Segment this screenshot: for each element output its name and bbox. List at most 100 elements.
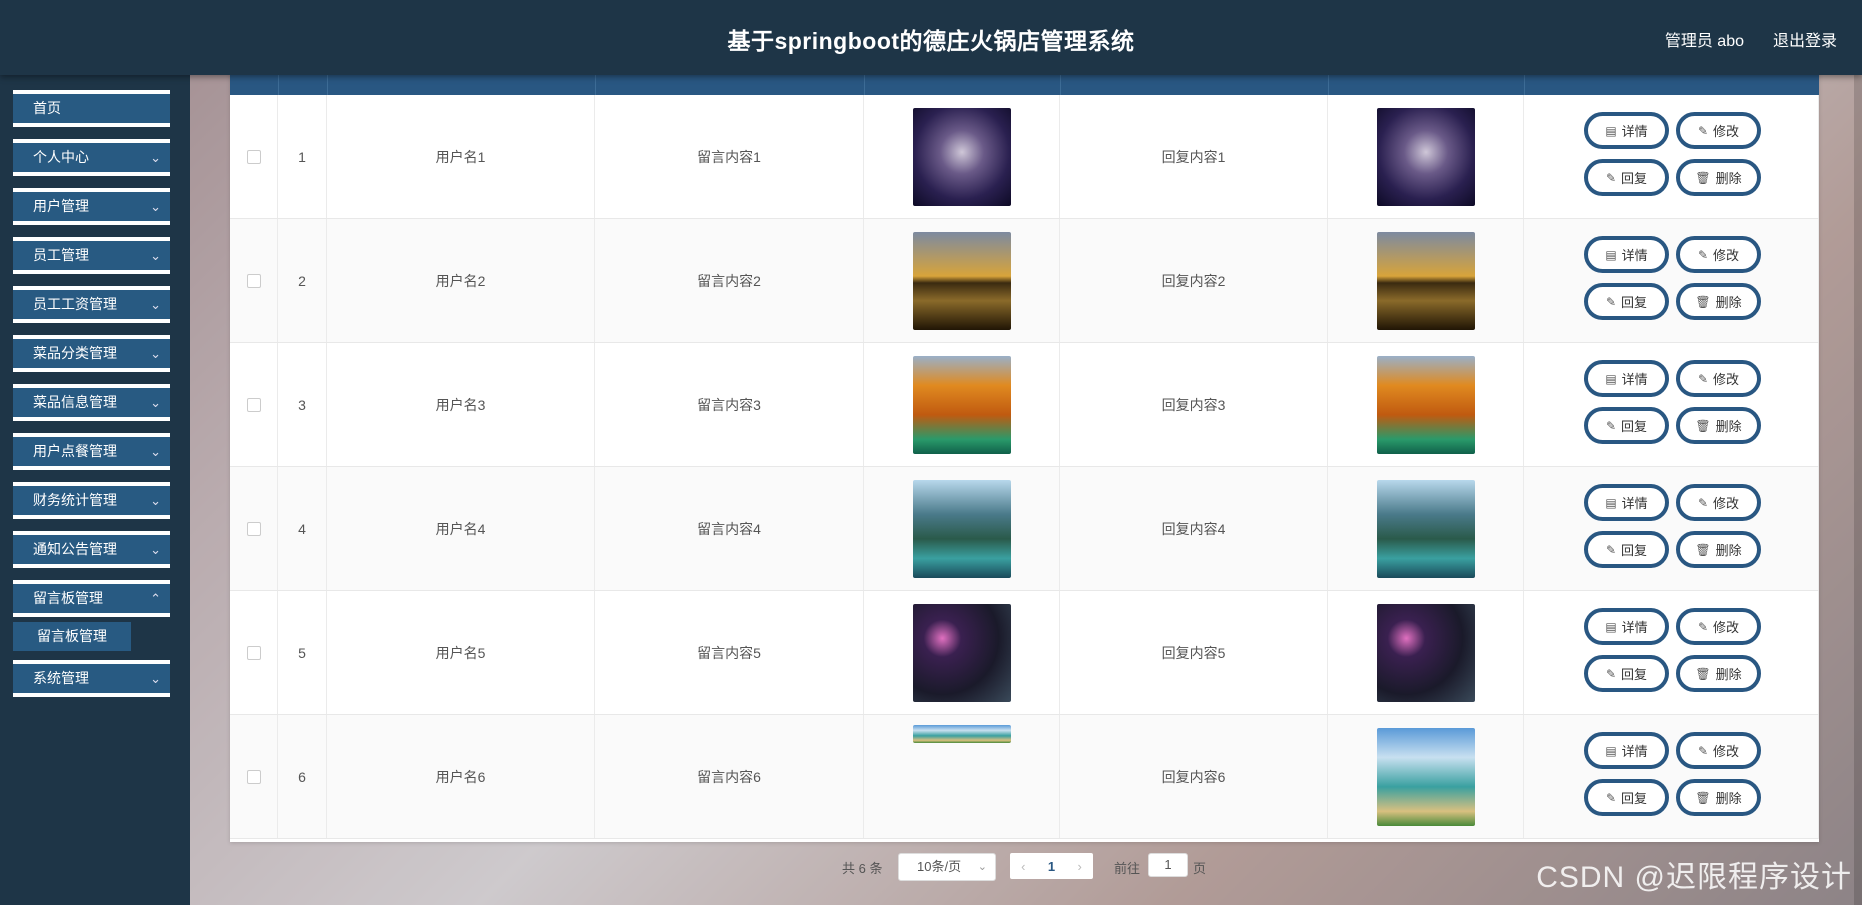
reply-label: 回复 <box>1621 791 1648 806</box>
delete-label: 删除 <box>1715 667 1742 682</box>
detail-button[interactable]: ▤ 详情 <box>1584 608 1669 645</box>
row-checkbox[interactable] <box>246 149 261 164</box>
sidebar-item-message-board[interactable]: 留言板管理 ⌃ <box>13 580 170 617</box>
reply-icon: ✎ <box>1605 542 1617 557</box>
table-row: 6 用户名6 留言内容6 回复内容6 ▤ 详情 ✎ 修改 ✎ 回复 🗑 删除 <box>230 715 1819 839</box>
sidebar-item-dish-info[interactable]: 菜品信息管理 ⌄ <box>13 384 170 421</box>
delete-button[interactable]: 🗑 删除 <box>1676 407 1761 444</box>
username-cell: 用户名4 <box>435 520 486 537</box>
delete-icon: 🗑 <box>1695 294 1711 309</box>
edit-button[interactable]: ✎ 修改 <box>1676 484 1761 521</box>
reply-image <box>1376 107 1475 206</box>
reply-image <box>1376 479 1475 578</box>
prev-page-button[interactable]: ‹ <box>1021 859 1025 874</box>
delete-icon: 🗑 <box>1695 170 1711 185</box>
chevron-down-icon: ⌄ <box>150 297 161 312</box>
row-checkbox[interactable] <box>246 397 261 412</box>
submenu-item-message-board[interactable]: 留言板管理 <box>13 622 131 651</box>
detail-label: 详情 <box>1621 372 1648 387</box>
edit-button[interactable]: ✎ 修改 <box>1676 112 1761 149</box>
reply-cell: 回复内容6 <box>1161 768 1226 785</box>
sidebar-item-label: 通知公告管理 <box>33 541 117 557</box>
delete-label: 删除 <box>1715 791 1742 806</box>
detail-icon: ▤ <box>1605 247 1617 262</box>
page-size-value: 10条/页 <box>917 859 962 874</box>
detail-label: 详情 <box>1621 248 1648 263</box>
chevron-down-icon: ⌄ <box>150 248 161 263</box>
sidebar-item-label: 用户管理 <box>33 198 89 214</box>
row-checkbox[interactable] <box>246 521 261 536</box>
chevron-down-icon: ⌄ <box>150 150 161 165</box>
sidebar-item-label: 系统管理 <box>33 670 89 686</box>
sidebar-item-home[interactable]: 首页 <box>13 90 170 127</box>
detail-icon: ▤ <box>1605 743 1617 758</box>
delete-button[interactable]: 🗑 删除 <box>1676 159 1761 196</box>
detail-label: 详情 <box>1621 620 1648 635</box>
next-page-button[interactable]: › <box>1077 859 1081 874</box>
edit-button[interactable]: ✎ 修改 <box>1676 608 1761 645</box>
page-size-select[interactable]: 10条/页 ⌄ <box>898 853 996 881</box>
username-cell: 用户名6 <box>435 768 486 785</box>
row-checkbox[interactable] <box>246 273 261 288</box>
delete-button[interactable]: 🗑 删除 <box>1676 531 1761 568</box>
sidebar-item-dish-category[interactable]: 菜品分类管理 ⌄ <box>13 335 170 372</box>
reply-button[interactable]: ✎ 回复 <box>1584 655 1669 692</box>
page-scrollbar[interactable] <box>1854 75 1862 905</box>
detail-button[interactable]: ▤ 详情 <box>1584 360 1669 397</box>
reply-cell: 回复内容2 <box>1161 272 1226 289</box>
message-image <box>912 107 1011 206</box>
detail-icon: ▤ <box>1605 619 1617 634</box>
sidebar-item-label: 菜品分类管理 <box>33 345 117 361</box>
chevron-up-icon: ⌃ <box>150 591 161 606</box>
sidebar-item-salary-management[interactable]: 员工工资管理 ⌄ <box>13 286 170 323</box>
delete-icon: 🗑 <box>1695 790 1711 805</box>
row-index: 3 <box>298 396 306 413</box>
current-page-button[interactable]: 1 <box>1048 859 1055 874</box>
sidebar: 首页 个人中心 ⌄ 用户管理 ⌄ 员工管理 ⌄ 员工工资管理 ⌄ 菜品分类管理 ⌄ 菜品信… <box>0 75 190 905</box>
detail-button[interactable]: ▤ 详情 <box>1584 236 1669 273</box>
logout-button[interactable]: 退出登录 <box>1773 27 1837 51</box>
detail-button[interactable]: ▤ 详情 <box>1584 112 1669 149</box>
goto-page-input[interactable]: 1 <box>1148 853 1188 877</box>
delete-button[interactable]: 🗑 删除 <box>1676 655 1761 692</box>
chevron-down-icon: ⌄ <box>150 395 161 410</box>
edit-label: 修改 <box>1713 248 1740 263</box>
reply-button[interactable]: ✎ 回复 <box>1584 407 1669 444</box>
sidebar-item-system[interactable]: 系统管理 ⌄ <box>13 660 170 697</box>
sidebar-item-finance[interactable]: 财务统计管理 ⌄ <box>13 482 170 519</box>
reply-button[interactable]: ✎ 回复 <box>1584 159 1669 196</box>
detail-button[interactable]: ▤ 详情 <box>1584 732 1669 769</box>
sidebar-item-orders[interactable]: 用户点餐管理 ⌄ <box>13 433 170 470</box>
chevron-down-icon: ⌄ <box>977 861 987 873</box>
detail-label: 详情 <box>1621 744 1648 759</box>
reply-button[interactable]: ✎ 回复 <box>1584 531 1669 568</box>
row-checkbox[interactable] <box>246 769 261 784</box>
table-row: 3 用户名3 留言内容3 回复内容3 ▤ 详情 ✎ 修改 ✎ 回复 🗑 删除 <box>230 343 1819 467</box>
sidebar-item-user-management[interactable]: 用户管理 ⌄ <box>13 188 170 225</box>
sidebar-item-employee-management[interactable]: 员工管理 ⌄ <box>13 237 170 274</box>
delete-button[interactable]: 🗑 删除 <box>1676 283 1761 320</box>
sidebar-item-notices[interactable]: 通知公告管理 ⌄ <box>13 531 170 568</box>
reply-button[interactable]: ✎ 回复 <box>1584 283 1669 320</box>
delete-button[interactable]: 🗑 删除 <box>1676 779 1761 816</box>
detail-label: 详情 <box>1621 496 1648 511</box>
message-cell: 留言内容4 <box>697 520 761 537</box>
edit-button[interactable]: ✎ 修改 <box>1676 360 1761 397</box>
row-checkbox[interactable] <box>246 645 261 660</box>
delete-label: 删除 <box>1715 419 1742 434</box>
edit-button[interactable]: ✎ 修改 <box>1676 236 1761 273</box>
sidebar-item-personal-center[interactable]: 个人中心 ⌄ <box>13 139 170 176</box>
reply-image <box>1376 355 1475 454</box>
edit-button[interactable]: ✎ 修改 <box>1676 732 1761 769</box>
detail-icon: ▤ <box>1605 123 1617 138</box>
delete-icon: 🗑 <box>1695 418 1711 433</box>
message-cell: 留言内容2 <box>697 272 761 289</box>
message-cell: 留言内容5 <box>697 644 761 661</box>
username-cell: 用户名3 <box>435 396 486 413</box>
delete-label: 删除 <box>1715 171 1742 186</box>
detail-button[interactable]: ▤ 详情 <box>1584 484 1669 521</box>
chevron-down-icon: ⌄ <box>150 671 161 686</box>
sidebar-item-label: 员工管理 <box>33 247 89 263</box>
edit-label: 修改 <box>1713 372 1740 387</box>
reply-button[interactable]: ✎ 回复 <box>1584 779 1669 816</box>
